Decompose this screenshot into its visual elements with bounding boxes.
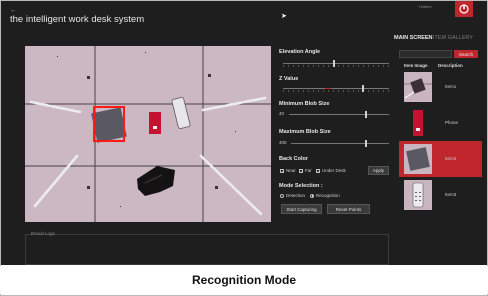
result-logs-label: Result Logs	[31, 231, 55, 236]
camera-scene	[25, 46, 271, 222]
back-color-label: Back Color	[279, 156, 309, 162]
search-input[interactable]	[399, 50, 452, 58]
tab-main-screen[interactable]: MAIN SCREEN	[394, 35, 433, 41]
apply-button[interactable]: Apply	[368, 166, 389, 175]
gallery-row-item3[interactable]: Item3	[399, 177, 482, 213]
max-blob-value: 400	[279, 140, 287, 145]
z-value-label: Z Value	[279, 76, 299, 82]
camera-feed	[25, 46, 271, 222]
near-checkbox[interactable]: ✓ Near	[280, 168, 296, 173]
max-blob-slider[interactable]	[291, 140, 389, 147]
tab-item-gallery[interactable]: ITEM GALLERY	[433, 35, 473, 41]
recognition-label: Recognition	[316, 193, 340, 198]
start-capturing-button[interactable]: Start Capturing	[281, 204, 322, 214]
app-window: ← the intelligent work desk system Hidde…	[1, 1, 487, 265]
recognition-radio[interactable]: Recognition	[310, 193, 340, 198]
elevation-slider-thumb[interactable]	[332, 60, 335, 67]
under-desk-checkbox[interactable]: ✓ Under Desk	[316, 168, 346, 173]
gallery-row-item1[interactable]: Item1	[399, 69, 482, 105]
reset-points-button[interactable]: Reset Points	[327, 204, 370, 214]
near-label: Near	[286, 168, 296, 173]
gallery-row-item2[interactable]: Item2	[399, 141, 482, 177]
elevation-angle-slider[interactable]	[283, 60, 389, 67]
back-arrow-icon[interactable]: ←	[10, 7, 17, 14]
max-blob-label: Maximum Blob Size	[279, 129, 331, 135]
item1-description: Item1	[445, 84, 457, 89]
app-title: the intelligent work desk system	[10, 14, 145, 25]
phone-description: Phone	[445, 120, 459, 125]
far-checkbox[interactable]: ✓ Far	[299, 168, 312, 173]
column-header-description: Description	[438, 63, 463, 68]
item1-thumbnail	[404, 72, 432, 102]
column-header-item-image: Item Image	[404, 63, 428, 68]
phone-thumbnail	[404, 108, 432, 138]
min-blob-value: 40	[279, 111, 285, 116]
min-blob-label: Minimum Blob Size	[279, 101, 330, 107]
gallery-row-phone[interactable]: Phone	[399, 105, 482, 141]
z-value-slider[interactable]	[283, 85, 389, 92]
search-button[interactable]: Search	[454, 50, 478, 58]
min-blob-slider[interactable]	[289, 111, 389, 118]
item2-description: Item2	[445, 156, 457, 161]
mouse-cursor-icon: ➤	[281, 13, 287, 20]
result-logs-panel[interactable]	[25, 234, 389, 265]
status-text: Hidden	[419, 4, 432, 9]
elevation-angle-label: Elevation Angle	[279, 49, 321, 55]
mode-selection-label: Mode Selection :	[279, 183, 323, 189]
item2-thumbnail	[404, 144, 432, 174]
item3-thumbnail	[404, 180, 432, 210]
figure-caption: Recognition Mode	[0, 266, 488, 294]
z-slider-thumb[interactable]	[362, 85, 365, 92]
robot-face-icon	[455, 1, 473, 17]
far-label: Far	[305, 168, 312, 173]
detection-radio[interactable]: Detection	[280, 193, 305, 198]
under-desk-label: Under Desk	[322, 168, 346, 173]
detection-label: Detection	[286, 193, 306, 198]
item3-description: Item3	[445, 192, 457, 197]
